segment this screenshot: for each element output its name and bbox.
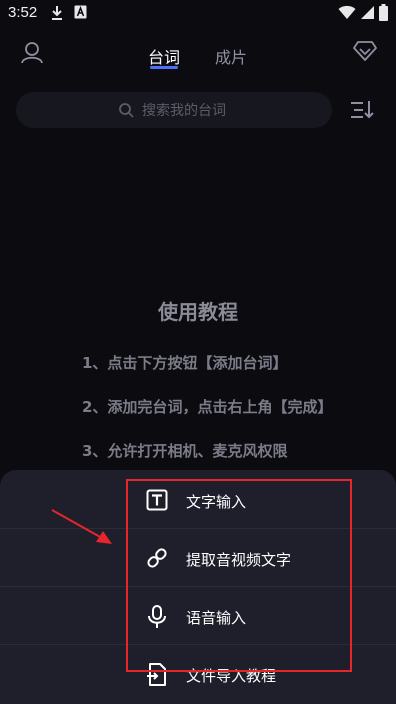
wifi-icon: [338, 5, 356, 19]
app-notification-icon: [74, 5, 87, 19]
tab-lines[interactable]: 台词: [148, 44, 180, 68]
tab-finished-videos[interactable]: 成片: [215, 44, 247, 68]
diamond-icon: [353, 41, 377, 61]
search-bar[interactable]: [16, 92, 332, 128]
tutorial-step: 1、点击下方按钮【添加台词】: [82, 354, 288, 372]
vip-button[interactable]: [352, 40, 378, 66]
sort-icon: [351, 101, 374, 119]
tutorial-step: 3、允许打开相机、麦克风权限: [82, 442, 288, 460]
tutorial-step: 2、添加完台词，点击右上角【完成】: [82, 398, 333, 416]
signal-icon: [361, 6, 374, 19]
active-tab-indicator: [150, 66, 178, 69]
download-icon: [52, 6, 62, 20]
user-icon: [21, 42, 43, 64]
profile-button[interactable]: [20, 40, 44, 68]
status-bar: 3:52: [0, 0, 396, 28]
search-input[interactable]: [140, 100, 324, 122]
arrow-icon: [51, 509, 112, 544]
tutorial-title: 使用教程: [158, 300, 238, 324]
status-time: 3:52: [8, 4, 38, 21]
highlight-box: [126, 479, 352, 672]
sort-button[interactable]: [350, 100, 376, 124]
search-icon: [119, 103, 134, 118]
battery-icon: [379, 4, 388, 21]
